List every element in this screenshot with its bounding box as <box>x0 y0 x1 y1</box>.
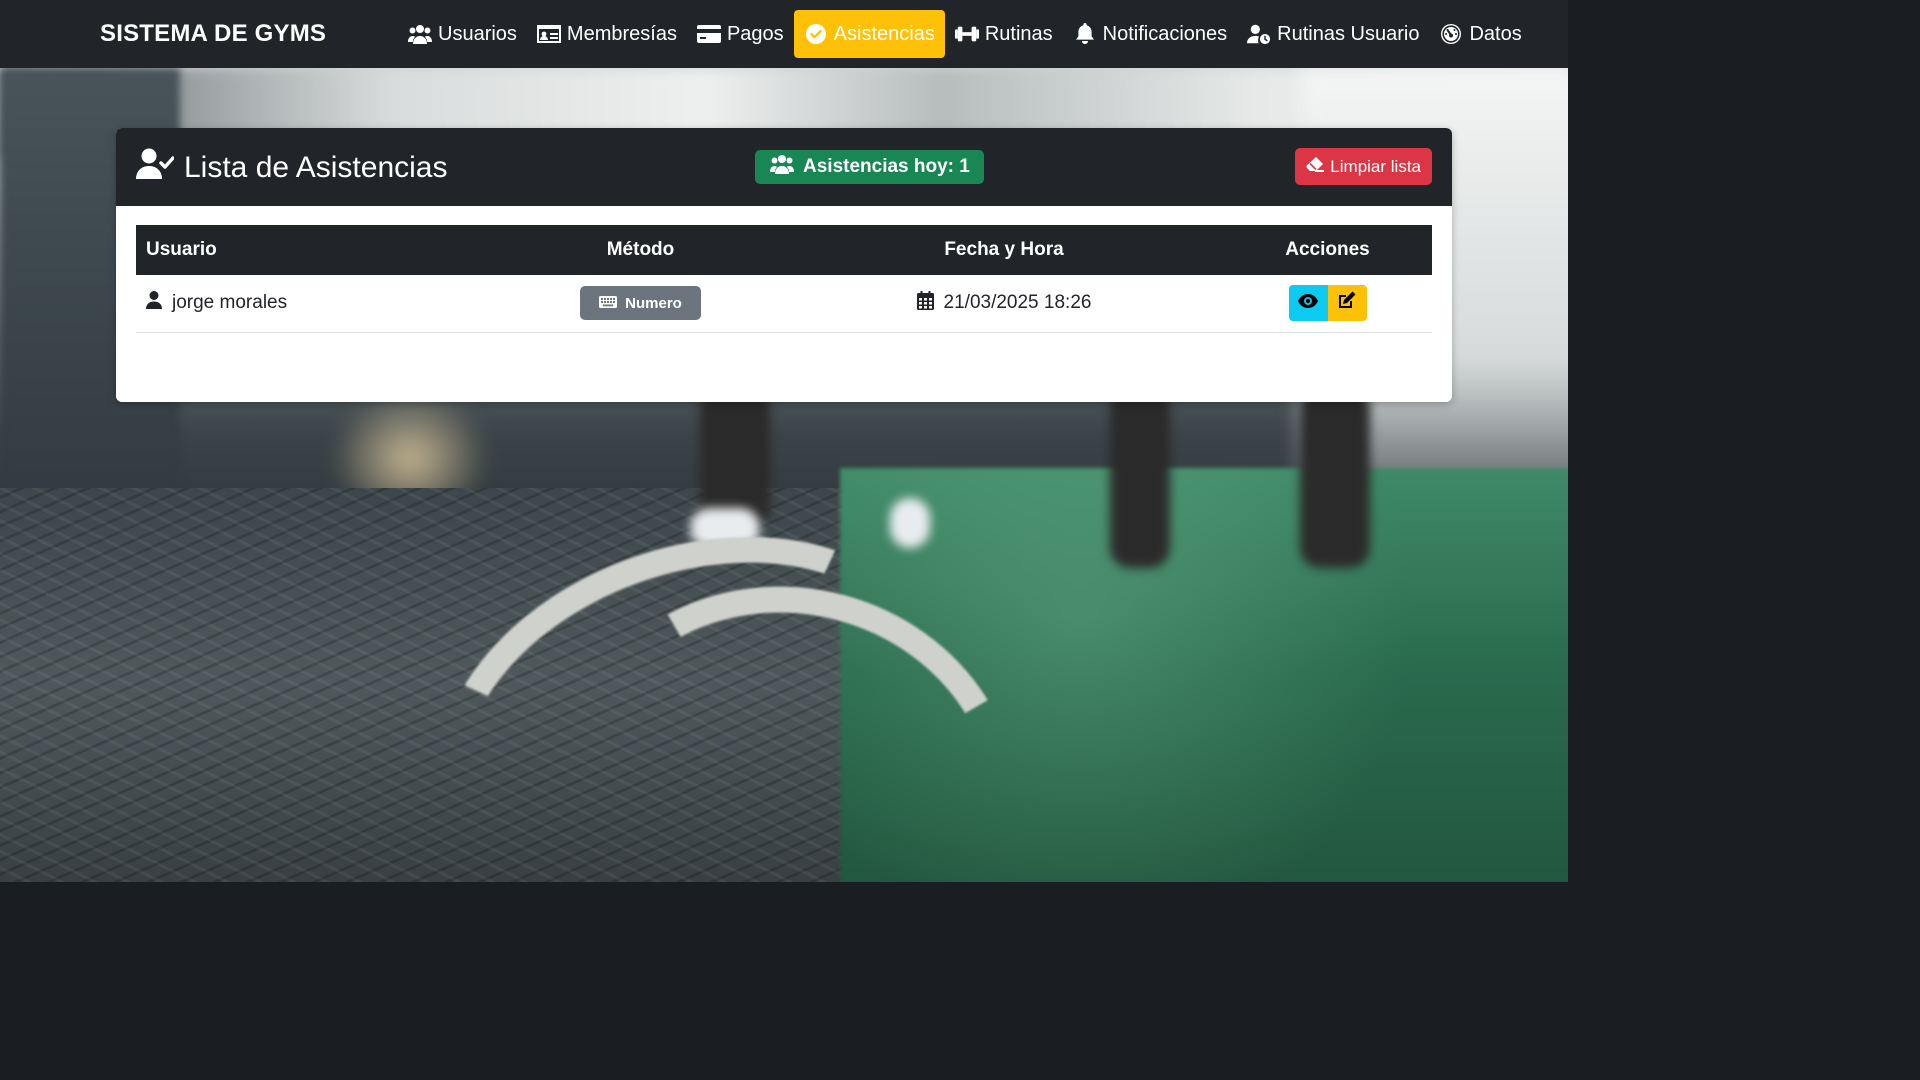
bell-icon <box>1073 23 1097 45</box>
column-header-acciones: Acciones <box>1223 225 1432 275</box>
nav-label: Membresías <box>566 22 677 45</box>
nav-item-asistencias[interactable]: Asistencias <box>793 10 945 58</box>
row-actions <box>1288 285 1367 322</box>
method-label: Numero <box>625 294 682 312</box>
nav-label: Usuarios <box>438 22 517 45</box>
cell-usuario: jorge morales <box>136 275 496 333</box>
nav-item-usuarios[interactable]: Usuarios <box>398 10 527 58</box>
nav-item-datos[interactable]: Datos <box>1429 10 1531 58</box>
column-header-usuario: Usuario <box>136 225 496 275</box>
view-button[interactable] <box>1288 285 1328 322</box>
cell-metodo: Numero <box>496 275 785 333</box>
top-navbar: SISTEMA DE GYMS Usuarios Membresías Pago… <box>0 0 1568 68</box>
check-circle-icon <box>804 23 828 45</box>
attendance-table: Usuario Método Fecha y Hora Acciones jor… <box>136 225 1432 333</box>
nav-label: Datos <box>1469 22 1522 45</box>
method-badge: Numero <box>580 286 701 321</box>
nav-item-rutinas-usuario[interactable]: Rutinas Usuario <box>1237 10 1429 58</box>
edit-button[interactable] <box>1327 285 1367 322</box>
main-nav: Usuarios Membresías Pagos Asistencias Ru… <box>398 10 1532 58</box>
column-header-metodo: Método <box>496 225 785 275</box>
attendance-count-text: Asistencias hoy: 1 <box>803 156 970 177</box>
attendance-card: Lista de Asistencias Asistencias hoy: 1 … <box>116 128 1452 402</box>
nav-label: Notificaciones <box>1102 22 1228 45</box>
dumbbell-icon <box>954 23 979 45</box>
column-header-fecha: Fecha y Hora <box>785 225 1223 275</box>
page-title: Lista de Asistencias <box>136 148 447 188</box>
nav-label: Pagos <box>726 22 784 45</box>
users-icon <box>769 154 795 180</box>
card-title-text: Lista de Asistencias <box>184 151 448 184</box>
nav-item-rutinas[interactable]: Rutinas <box>945 10 1063 58</box>
users-icon <box>408 23 432 45</box>
cell-fecha: 21/03/2025 18:26 <box>785 275 1223 333</box>
table-row: jorge morales Numero 21/03/2025 18:26 <box>136 275 1432 333</box>
nav-label: Rutinas Usuario <box>1277 22 1420 45</box>
brand-title[interactable]: SISTEMA DE GYMS <box>100 20 326 48</box>
nav-item-membresias[interactable]: Membresías <box>527 10 687 58</box>
nav-item-notificaciones[interactable]: Notificaciones <box>1063 10 1238 58</box>
card-header: Lista de Asistencias Asistencias hoy: 1 … <box>116 128 1452 206</box>
user-clock-icon <box>1247 23 1271 45</box>
keyboard-icon <box>599 295 618 312</box>
attendance-count-badge: Asistencias hoy: 1 <box>755 150 984 184</box>
attendance-table-wrapper: Usuario Método Fecha y Hora Acciones jor… <box>136 225 1432 333</box>
cell-acciones <box>1223 275 1432 333</box>
nav-label: Rutinas <box>984 22 1053 45</box>
edit-icon <box>1338 291 1356 315</box>
calendar-icon <box>916 290 934 316</box>
nav-item-pagos[interactable]: Pagos <box>687 10 794 58</box>
nav-label: Asistencias <box>833 22 935 45</box>
id-card-icon <box>536 23 561 45</box>
eraser-icon <box>1306 156 1325 177</box>
gauge-icon <box>1439 23 1463 45</box>
user-check-icon <box>136 148 175 188</box>
user-icon <box>146 291 162 315</box>
eye-icon <box>1298 292 1318 314</box>
credit-card-icon <box>696 23 721 45</box>
clear-list-button[interactable]: Limpiar lista <box>1295 148 1432 185</box>
attendance-datetime: 21/03/2025 18:26 <box>943 292 1092 314</box>
user-name: jorge morales <box>172 292 288 314</box>
table-header-row: Usuario Método Fecha y Hora Acciones <box>136 225 1432 275</box>
clear-list-label: Limpiar lista <box>1330 156 1421 176</box>
